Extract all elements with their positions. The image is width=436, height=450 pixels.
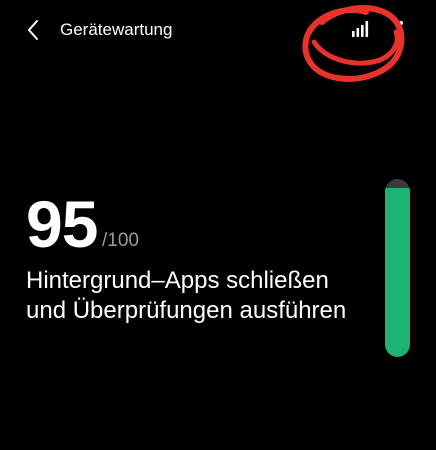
- stats-button[interactable]: [346, 16, 374, 44]
- score-progress-bar: [385, 179, 410, 357]
- back-button[interactable]: [18, 14, 50, 46]
- signal-bars-icon: [352, 21, 369, 37]
- more-options-button[interactable]: [392, 16, 410, 44]
- maintenance-description: Hintergrund–Apps schließen und Überprüfu…: [26, 267, 347, 324]
- red-scribble-annotation: [296, 2, 408, 86]
- more-vertical-icon: [399, 21, 403, 39]
- app-bar: Gerätewartung: [0, 0, 436, 82]
- score-value: 95: [26, 187, 98, 261]
- health-score: 95 /100: [26, 188, 246, 268]
- chevron-left-icon: [28, 20, 38, 40]
- score-progress-fill: [385, 187, 410, 357]
- page-title: Gerätewartung: [60, 20, 173, 39]
- score-max-label: /100: [102, 230, 139, 251]
